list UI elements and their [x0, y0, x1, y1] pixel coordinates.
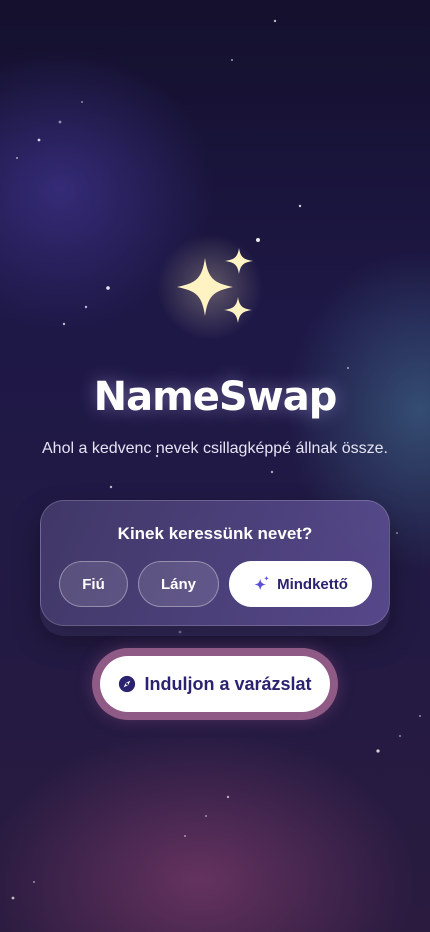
app-title: NameSwap: [93, 374, 338, 420]
start-button-label: Induljon a varázslat: [144, 673, 312, 694]
sparkles-icon: [177, 248, 253, 323]
option-boy-label: Fiú: [82, 575, 105, 593]
starfield-background: [11, 19, 421, 900]
option-boy-button[interactable]: Fiú: [59, 561, 128, 607]
option-girl-label: Lány: [160, 575, 196, 593]
option-both-button[interactable]: Mindkettő: [229, 561, 372, 607]
option-both-label: Mindkettő: [277, 575, 348, 593]
card-question: Kinek keressünk nevet?: [117, 524, 313, 543]
gender-selection-card: Kinek keressünk nevet? Fiú Lány Mindkett…: [40, 500, 390, 626]
sparkles-icon: [254, 575, 270, 591]
compass-icon: [119, 675, 136, 693]
tagline: Ahol a kedvenc nevek csillagképpé állnak…: [42, 440, 388, 457]
start-button[interactable]: Induljon a varázslat: [100, 656, 330, 712]
option-girl-button[interactable]: Lány: [138, 561, 219, 607]
